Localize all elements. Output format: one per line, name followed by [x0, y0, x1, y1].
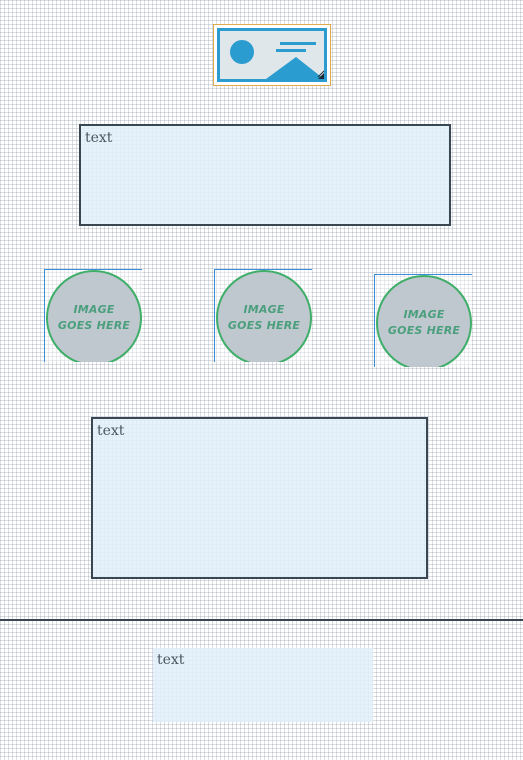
text-box[interactable]: text	[153, 648, 373, 722]
placeholder-circle: IMAGE GOES HERE	[216, 270, 312, 362]
placeholder-circle: IMAGE GOES HERE	[376, 275, 472, 367]
placeholder-text-line1: IMAGE	[73, 303, 115, 316]
image-placeholder[interactable]: IMAGE GOES HERE	[44, 269, 142, 362]
placeholder-text-line1: IMAGE	[243, 303, 285, 316]
placeholder-text-line1: IMAGE	[403, 308, 445, 321]
placeholder-circle: IMAGE GOES HERE	[46, 270, 142, 362]
section-divider	[0, 619, 523, 621]
image-widget[interactable]	[213, 24, 331, 86]
image-placeholder[interactable]: IMAGE GOES HERE	[214, 269, 312, 362]
text-box-content: text	[157, 652, 185, 668]
text-box-content: text	[97, 423, 125, 439]
text-box[interactable]: text	[79, 124, 451, 226]
placeholder-text-line2: GOES HERE	[227, 319, 301, 332]
image-icon	[217, 28, 327, 82]
placeholder-text-line2: GOES HERE	[57, 319, 131, 332]
placeholder-text-line2: GOES HERE	[387, 324, 461, 337]
text-box[interactable]: text	[91, 417, 428, 579]
image-placeholder[interactable]: IMAGE GOES HERE	[374, 274, 472, 367]
text-box-content: text	[85, 130, 113, 146]
